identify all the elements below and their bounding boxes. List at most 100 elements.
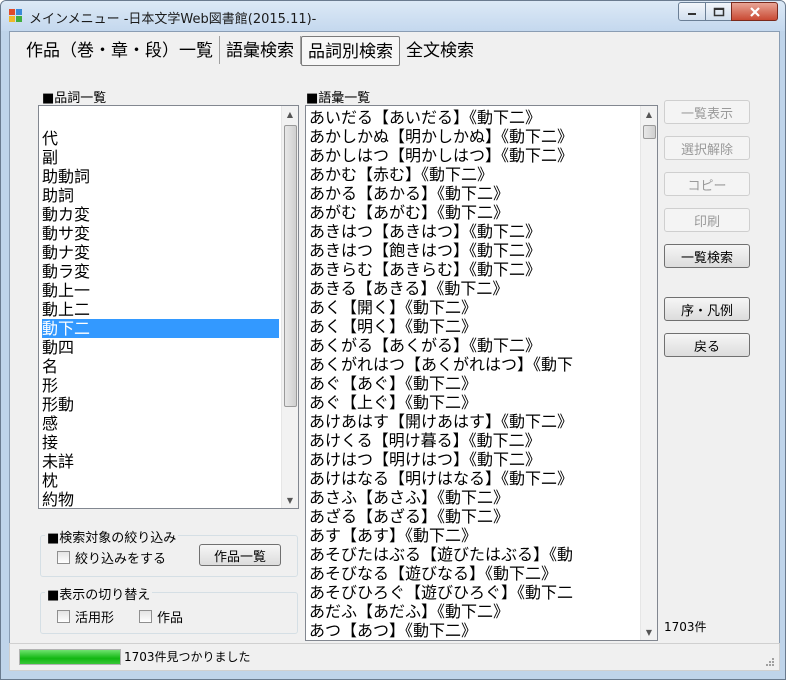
vocab-list-item[interactable]: あつ【あつ】《動下二》 xyxy=(309,621,477,640)
progress-bar xyxy=(19,649,121,665)
close-button[interactable] xyxy=(731,2,778,21)
vocab-scrollbar[interactable]: ▲ ▼ xyxy=(640,106,657,640)
pos-list-item[interactable]: 動ラ変 xyxy=(42,262,279,281)
maximize-button[interactable] xyxy=(705,2,732,21)
pos-list-item[interactable] xyxy=(42,110,279,129)
pos-list-item[interactable]: 助詞 xyxy=(42,186,279,205)
vocab-list-item[interactable]: あだふ【あだふ】《動下二》 xyxy=(309,602,509,621)
preface-button[interactable]: 序・凡例 xyxy=(664,297,750,321)
vocab-list-item[interactable]: あく【開く】《動下二》 xyxy=(309,298,477,317)
work-checkbox[interactable]: 作品 xyxy=(139,607,183,626)
vocab-list-item[interactable]: あす【あす】《動下二》 xyxy=(309,526,477,545)
pos-listbox[interactable]: 代副助動詞 助詞 動カ変 動サ変 動ナ変 動ラ変 動上一 動上二 動下二 動四名形形動感接未詳枕約… xyxy=(38,105,299,509)
pos-list-item[interactable]: 動ナ変 xyxy=(42,243,279,262)
back-button[interactable]: 戻る xyxy=(664,333,750,357)
pos-list-item[interactable]: 未詳 xyxy=(42,452,279,471)
pos-list-item[interactable]: 約物 xyxy=(42,490,279,508)
vocab-list-item[interactable]: あけはなる【明けはなる】《動下二》 xyxy=(309,469,573,488)
filter-group-title: ■検索対象の絞り込み xyxy=(45,527,179,546)
pos-list-item[interactable]: 動下二 xyxy=(42,319,279,338)
vocab-list-label: ■語彙一覧 xyxy=(306,91,371,106)
pos-list-item[interactable]: 形動 xyxy=(42,395,279,414)
pos-list-item[interactable]: 接 xyxy=(42,433,279,452)
title-bar[interactable]: メインメニュー -日本文学Web図書館(2015.11)- xyxy=(1,1,785,31)
vocab-list-item[interactable]: あきらむ【あきらむ】《動下二》 xyxy=(309,260,541,279)
vocab-list-item[interactable]: あく【明く】《動下二》 xyxy=(309,317,477,336)
app-icon xyxy=(9,9,22,22)
pos-list-item[interactable]: 形 xyxy=(42,376,279,395)
status-bar: 1703件見つかりました xyxy=(9,643,780,671)
pos-list-item[interactable]: 感 xyxy=(42,414,279,433)
filter-checkbox-label: 絞り込みをする xyxy=(75,552,167,567)
scroll-thumb[interactable] xyxy=(643,125,656,139)
vocab-list-item[interactable]: あけあはす【開けあはす】《動下二》 xyxy=(309,412,573,431)
scroll-up-icon[interactable]: ▲ xyxy=(641,106,657,122)
pos-list-label: ■品詞一覧 xyxy=(42,91,107,106)
vocab-list-item[interactable]: あがむ【あがむ】《動下二》 xyxy=(309,203,509,222)
scroll-thumb[interactable] xyxy=(284,125,297,407)
work-checkbox-label: 作品 xyxy=(157,611,184,626)
pos-list-item[interactable]: 動上二 xyxy=(42,300,279,319)
tab-pos-search[interactable]: 品詞別検索 xyxy=(301,36,400,66)
clear-selection-button[interactable]: 選択解除 xyxy=(664,136,750,160)
works-list-button[interactable]: 作品一覧 xyxy=(199,544,281,566)
pos-list-item[interactable]: 副 xyxy=(42,148,279,167)
pos-list-item[interactable]: 動上一 xyxy=(42,281,279,300)
vocab-list-item[interactable]: あいだる【あいだる】《動下二》 xyxy=(309,108,541,127)
filter-checkbox[interactable]: 絞り込みをする xyxy=(57,548,166,567)
vocab-list-item[interactable]: あくがる【あくがる】《動下二》 xyxy=(309,336,541,355)
resize-grip-icon[interactable] xyxy=(765,657,775,667)
vocab-list-item[interactable]: あそびひろぐ【遊びひろぐ】《動下二 xyxy=(309,583,573,602)
vocab-list-item[interactable]: あけくる【明け暮る】《動下二》 xyxy=(309,431,541,450)
vocab-list-item[interactable]: あさふ【あさふ】《動下二》 xyxy=(309,488,509,507)
vocab-list-item[interactable]: あきる【あきる】《動下二》 xyxy=(309,279,508,298)
display-group: ■表示の切り替え 活用形 作品 xyxy=(40,584,298,634)
vocab-list-item[interactable]: あかしはつ【明かしはつ】《動下二》 xyxy=(309,146,573,165)
conjugation-checkbox-label: 活用形 xyxy=(75,611,115,626)
vocab-list-item[interactable]: あきはつ【あきはつ】《動下二》 xyxy=(309,222,541,241)
minimize-button[interactable] xyxy=(678,2,706,21)
vocab-list-item[interactable]: あけはつ【明けはつ】《動下二》 xyxy=(309,450,541,469)
pos-list-item[interactable]: 動カ変 xyxy=(42,205,279,224)
conjugation-checkbox[interactable]: 活用形 xyxy=(57,607,114,626)
pos-list-item[interactable]: 助動詞 xyxy=(42,167,279,186)
pos-list-item[interactable]: 代 xyxy=(42,129,279,148)
list-search-button[interactable]: 一覧検索 xyxy=(664,244,750,268)
pos-list-item[interactable]: 動サ変 xyxy=(42,224,279,243)
app-window: メインメニュー -日本文学Web図書館(2015.11)- 作品（巻・章・段）一… xyxy=(0,0,786,680)
tab-bar: 作品（巻・章・段）一覧 語彙検索 品詞別検索 全文検索 xyxy=(20,36,480,66)
vocab-list-item[interactable]: あかる【あかる】《動下二》 xyxy=(309,184,509,203)
window-title: メインメニュー -日本文学Web図書館(2015.11)- xyxy=(29,12,317,27)
scroll-up-icon[interactable]: ▲ xyxy=(282,106,298,122)
result-count: 1703件 xyxy=(664,620,707,634)
maximize-icon xyxy=(713,7,724,16)
vocab-list-item[interactable]: あそびなる【遊びなる】《動下二》 xyxy=(309,564,557,583)
scroll-down-icon[interactable]: ▼ xyxy=(641,624,657,640)
vocab-list-item[interactable]: あかしかぬ【明かしかぬ】《動下二》 xyxy=(309,127,573,146)
pos-list-item[interactable]: 枕 xyxy=(42,471,279,490)
display-group-title: ■表示の切り替え xyxy=(45,584,153,603)
tab-works-list[interactable]: 作品（巻・章・段）一覧 xyxy=(20,36,220,64)
scroll-down-icon[interactable]: ▼ xyxy=(282,492,298,508)
vocab-list-item[interactable]: あくがれはつ【あくがれはつ】《動下 xyxy=(309,355,573,374)
list-display-button[interactable]: 一覧表示 xyxy=(664,100,750,124)
vocab-list-item[interactable]: あかむ【赤む】《動下二》 xyxy=(309,165,493,184)
progress-fill xyxy=(20,650,120,664)
main-panel: 作品（巻・章・段）一覧 語彙検索 品詞別検索 全文検索 ■品詞一覧 代副助動詞助… xyxy=(9,31,780,644)
close-icon xyxy=(749,6,760,17)
vocab-list-item[interactable]: あそびたはぶる【遊びたはぶる】《動 xyxy=(309,545,573,564)
pos-scrollbar[interactable]: ▲ ▼ xyxy=(281,106,298,508)
vocab-list-item[interactable]: あきはつ【飽きはつ】《動下二》 xyxy=(309,241,541,260)
checkbox-icon xyxy=(139,610,152,623)
pos-list-item[interactable]: 名 xyxy=(42,357,279,376)
vocab-list-item[interactable]: あぐ【あぐ】《動下二》 xyxy=(309,374,477,393)
copy-button[interactable]: コピー xyxy=(664,172,750,196)
print-button[interactable]: 印刷 xyxy=(664,208,750,232)
vocab-list-item[interactable]: あぐ【上ぐ】《動下二》 xyxy=(309,393,477,412)
pos-list-item[interactable]: 動四 xyxy=(42,338,279,357)
filter-group: ■検索対象の絞り込み 絞り込みをする 作品一覧 xyxy=(40,527,298,577)
vocab-list-item[interactable]: あざる【あざる】《動下二》 xyxy=(309,507,509,526)
tab-vocab-search[interactable]: 語彙検索 xyxy=(220,36,301,64)
vocab-listbox[interactable]: あいだる【あいだる】《動下二》 あかしかぬ【明かしかぬ】《動下二》 あかしはつ【明か… xyxy=(305,105,658,641)
tab-fulltext-search[interactable]: 全文検索 xyxy=(400,36,480,64)
